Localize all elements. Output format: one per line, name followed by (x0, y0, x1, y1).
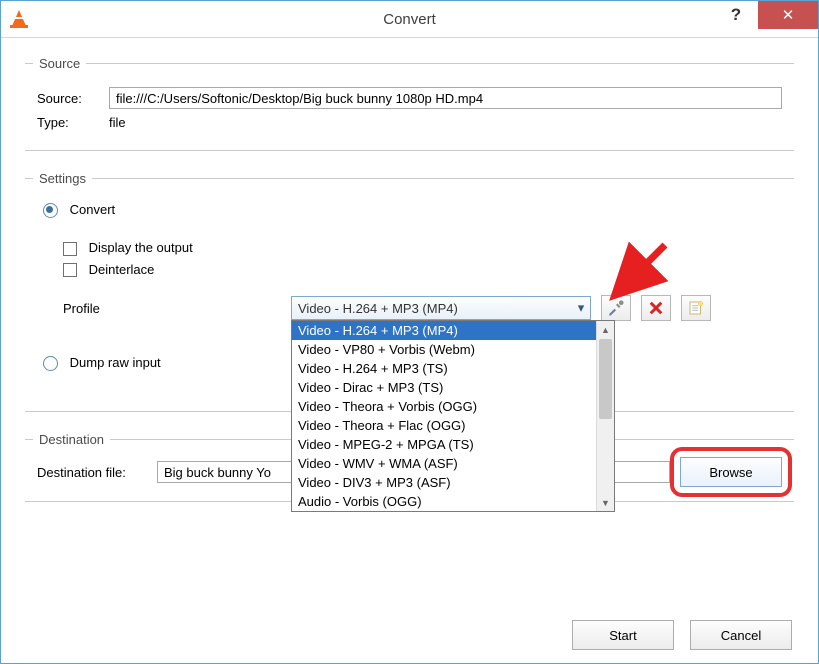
start-button-label: Start (609, 628, 636, 643)
browse-button[interactable]: Browse (680, 457, 782, 487)
delete-x-icon (647, 299, 665, 317)
scroll-thumb[interactable] (599, 339, 612, 419)
profile-option[interactable]: Video - DIV3 + MP3 (ASF) (292, 473, 596, 492)
profile-option[interactable]: Video - WMV + WMA (ASF) (292, 454, 596, 473)
checkbox-icon (63, 242, 77, 256)
cancel-button[interactable]: Cancel (690, 620, 792, 650)
close-button[interactable]: ✕ (758, 1, 818, 29)
profile-option[interactable]: Video - Dirac + MP3 (TS) (292, 378, 596, 397)
browse-button-label: Browse (709, 465, 752, 480)
convert-label: Convert (70, 202, 116, 217)
profile-option[interactable]: Video - VP80 + Vorbis (Webm) (292, 340, 596, 359)
profile-option[interactable]: Video - Theora + Flac (OGG) (292, 416, 596, 435)
profile-selected-text: Video - H.264 + MP3 (MP4) (292, 301, 572, 316)
start-button[interactable]: Start (572, 620, 674, 650)
checkbox-icon (63, 263, 77, 277)
type-label: Type: (37, 115, 109, 130)
profile-combobox[interactable]: Video - H.264 + MP3 (MP4) ▾ (291, 296, 591, 320)
wrench-screwdriver-icon (607, 299, 625, 317)
source-legend: Source (33, 56, 86, 71)
close-icon: ✕ (782, 8, 795, 23)
window-title: Convert (1, 11, 818, 28)
new-document-icon (687, 299, 705, 317)
source-group: Source Source: Type: file (25, 56, 794, 151)
type-value: file (109, 115, 126, 130)
destination-legend: Destination (33, 432, 110, 447)
dump-raw-label: Dump raw input (70, 355, 161, 370)
deinterlace-checkbox[interactable]: Deinterlace (63, 262, 782, 278)
display-output-checkbox[interactable]: Display the output (63, 240, 782, 256)
destination-file-label: Destination file: (37, 465, 157, 480)
profile-option[interactable]: Video - Theora + Vorbis (OGG) (292, 397, 596, 416)
radio-icon (43, 356, 58, 371)
chevron-down-icon: ▾ (572, 300, 590, 316)
delete-profile-button[interactable] (641, 295, 671, 321)
titlebar: Convert ? ✕ (1, 1, 818, 38)
cancel-button-label: Cancel (721, 628, 761, 643)
scroll-up-button[interactable]: ▲ (597, 321, 614, 338)
help-button[interactable]: ? (714, 1, 758, 29)
profile-option[interactable]: Video - H.264 + MP3 (TS) (292, 359, 596, 378)
edit-profile-button[interactable] (601, 295, 631, 321)
scroll-down-button[interactable]: ▼ (597, 494, 614, 511)
profile-option[interactable]: Audio - Vorbis (OGG) (292, 492, 596, 511)
new-profile-button[interactable] (681, 295, 711, 321)
display-output-label: Display the output (89, 240, 193, 255)
settings-legend: Settings (33, 171, 92, 186)
dropdown-scrollbar[interactable]: ▲ ▼ (596, 321, 614, 511)
profile-dropdown-list[interactable]: Video - H.264 + MP3 (MP4)Video - VP80 + … (291, 320, 615, 512)
profile-option[interactable]: Video - H.264 + MP3 (MP4) (292, 321, 596, 340)
convert-radio-option[interactable]: Convert (43, 202, 782, 218)
radio-icon (43, 203, 58, 218)
convert-dialog: Convert ? ✕ Source Source: Type: file Se… (0, 0, 819, 664)
profile-label: Profile (63, 301, 291, 316)
profile-option[interactable]: Video - MPEG-2 + MPGA (TS) (292, 435, 596, 454)
vlc-cone-icon (9, 7, 29, 31)
source-input[interactable] (109, 87, 782, 109)
source-label: Source: (37, 91, 109, 106)
deinterlace-label: Deinterlace (89, 262, 155, 277)
